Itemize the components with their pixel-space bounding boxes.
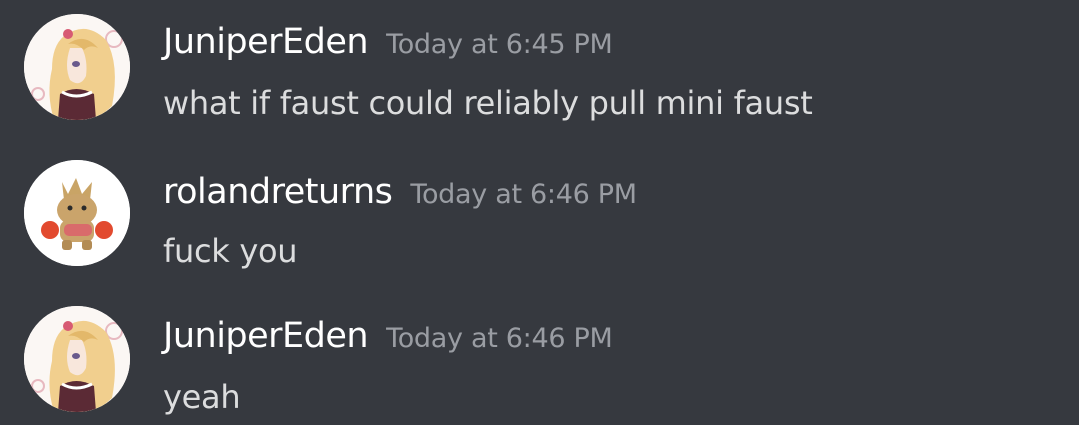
- message-text: yeah: [163, 378, 241, 416]
- message-text: what if faust could reliably pull mini f…: [163, 84, 813, 122]
- message-header: JuniperEden Today at 6:46 PM: [163, 316, 613, 368]
- message-header: rolandreturns Today at 6:46 PM: [163, 172, 637, 224]
- timestamp: Today at 6:46 PM: [386, 323, 613, 354]
- message-item: rolandreturns Today at 6:46 PM fuck you: [0, 148, 1079, 270]
- timestamp: Today at 6:45 PM: [386, 29, 613, 60]
- message-item: JuniperEden Today at 6:46 PM yeah: [0, 294, 1079, 416]
- plush-toy-avatar-icon[interactable]: [24, 160, 130, 266]
- timestamp: Today at 6:46 PM: [410, 179, 637, 210]
- message-header: JuniperEden Today at 6:45 PM: [163, 22, 613, 74]
- username[interactable]: JuniperEden: [163, 22, 369, 62]
- username[interactable]: JuniperEden: [163, 316, 369, 356]
- anime-girl-avatar-icon[interactable]: [24, 14, 130, 120]
- anime-girl-avatar-icon[interactable]: [24, 306, 130, 412]
- message-item: JuniperEden Today at 6:45 PM what if faus…: [0, 0, 1079, 122]
- username[interactable]: rolandreturns: [163, 172, 393, 212]
- message-text: fuck you: [163, 232, 298, 270]
